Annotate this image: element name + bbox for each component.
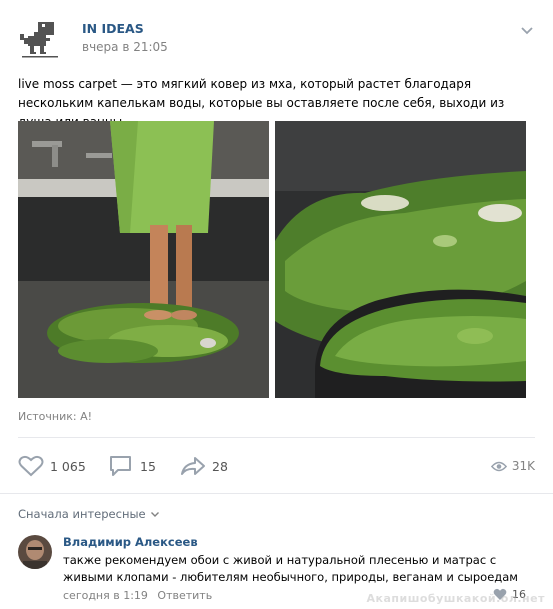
views-count: 31K [511, 459, 535, 473]
heart-icon [18, 455, 44, 477]
photo-moss-bathmat-feet[interactable] [18, 121, 269, 398]
post-actions-bar: 1 065 15 28 31K [18, 455, 535, 479]
pixel-dinosaur-icon[interactable] [18, 16, 62, 60]
sort-label: Сначала интересные [18, 507, 146, 521]
eye-icon [490, 461, 507, 471]
like-button[interactable]: 1 065 [18, 455, 86, 477]
post-card: IN IDEAS вчера в 21:05 live moss carpet … [0, 0, 553, 609]
comments-sort-dropdown[interactable]: Сначала интересные [18, 507, 160, 521]
shares-count: 28 [212, 458, 228, 474]
avatar[interactable] [18, 535, 52, 569]
likes-count: 1 065 [50, 458, 86, 474]
share-arrow-icon [181, 457, 205, 475]
divider [0, 493, 553, 494]
comment-button[interactable]: 15 [108, 455, 156, 477]
watermark: Акапишобушкакой.ол.нет [366, 592, 545, 605]
reply-button[interactable]: Ответить [157, 589, 212, 602]
post-author-name[interactable]: IN IDEAS [82, 21, 144, 36]
comment-meta: сегодня в 1:19 Ответить [63, 589, 212, 602]
chevron-down-icon [150, 512, 159, 517]
speech-bubble-icon [110, 456, 131, 476]
chevron-down-icon[interactable] [520, 22, 534, 36]
photo-moss-bathmat-closeup[interactable] [275, 121, 526, 398]
comments-count: 15 [140, 458, 156, 474]
views-counter: 31K [490, 455, 535, 477]
comment-author[interactable]: Владимир Алексеев [63, 535, 198, 549]
post-timestamp[interactable]: вчера в 21:05 [82, 40, 168, 54]
share-button[interactable]: 28 [180, 455, 228, 477]
divider [18, 437, 535, 438]
post-source[interactable]: Источник: A! [18, 410, 92, 423]
post-header: IN IDEAS вчера в 21:05 [18, 14, 538, 62]
comment-timestamp[interactable]: сегодня в 1:19 [63, 589, 148, 602]
comment-text: также рекомендуем обои с живой и натурал… [63, 553, 518, 584]
